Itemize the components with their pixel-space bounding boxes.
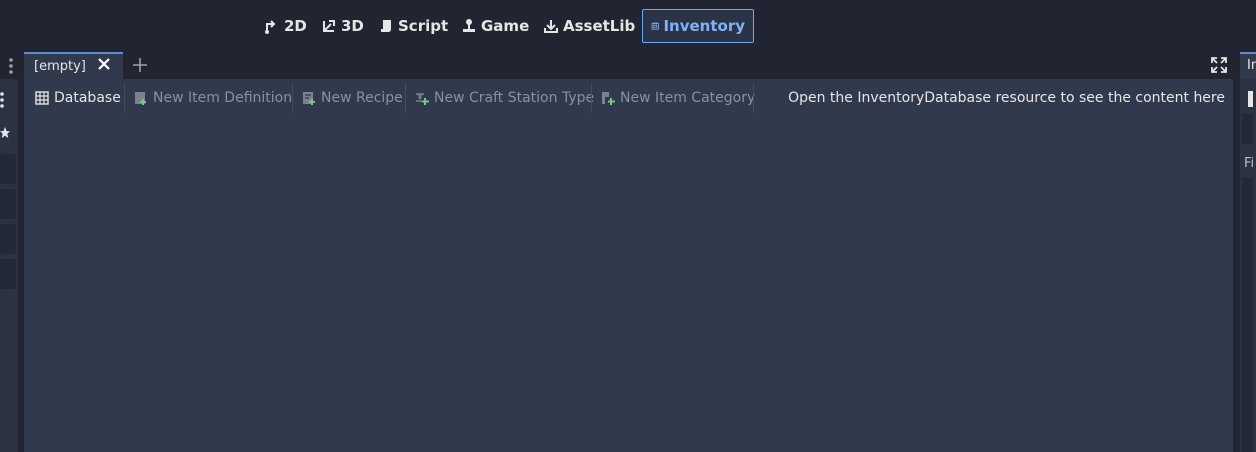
assetlib-icon [544,20,558,33]
new-item-definition-icon [135,92,146,105]
new-recipe-icon [303,92,315,105]
inventory-editor: [empty] Database New Item Definition New… [24,52,1233,452]
fullscreen-icon[interactable] [1211,57,1227,73]
right-dock-filter-label: Fi [1244,156,1253,171]
left-dock-item[interactable] [0,259,16,289]
left-dock [0,52,20,452]
workspace-2d-label: 2D [284,17,307,35]
new-craft-station-type-button[interactable]: New Craft Station Type [415,83,594,113]
new-item-category-icon [602,92,615,105]
new-craft-station-type-icon [416,93,429,105]
right-dock-tab-label: In [1247,58,1256,73]
status-message: Open the InventoryDatabase resource to s… [788,90,1225,106]
editor-tab-bar: [empty] [24,52,1233,79]
right-dock: In Fi [1237,52,1256,452]
workspace-bar: 2D 3D Script Game AssetLib Inventory [0,0,1256,52]
toolbar-separator [292,83,293,113]
right-dock-tab[interactable]: In [1240,52,1256,79]
toolbar-separator [753,83,754,113]
workspace-script-button[interactable]: Script [370,9,456,43]
new-item-definition-button[interactable]: New Item Definition [134,83,292,113]
close-icon[interactable] [96,56,112,72]
database-label: Database [54,90,121,106]
left-dock-item[interactable] [0,154,16,184]
new-item-category-label: New Item Category [620,90,756,106]
script-icon [381,20,391,32]
new-craft-station-type-label: New Craft Station Type [434,90,595,106]
new-item-category-button[interactable]: New Item Category [601,83,755,113]
workspace-script-label: Script [398,17,449,35]
workspace-3d-label: 3D [341,17,364,35]
inventory-icon [651,22,659,30]
editor-toolbar: Database New Item Definition New Recipe … [24,79,1233,117]
tab-label: [empty] [34,59,86,74]
3d-icon [323,20,335,32]
right-dock-content [1242,178,1253,452]
game-icon [463,19,475,32]
workspace-2d-button[interactable]: 2D [256,9,315,43]
database-icon [35,91,49,105]
left-panel-menu-icon[interactable] [0,91,5,109]
workspace-3d-button[interactable]: 3D [313,9,372,43]
toolbar-separator [124,83,125,113]
left-dock-item[interactable] [0,189,16,219]
kebab-menu-icon[interactable] [8,57,14,75]
workspace-game-button[interactable]: Game [453,9,537,43]
add-tab-icon[interactable] [132,57,148,73]
workspace-game-label: Game [481,17,530,35]
workspace-inventory-button[interactable]: Inventory [642,9,754,43]
new-recipe-label: New Recipe [321,90,403,106]
right-dock-field[interactable] [1242,114,1253,144]
workspace-assetlib-button[interactable]: AssetLib [535,9,643,43]
toolbar-separator [405,83,406,113]
new-recipe-button[interactable]: New Recipe [302,83,403,113]
2d-icon [265,20,276,34]
workspace-inventory-label: Inventory [663,17,745,35]
left-dock-panel [0,79,18,452]
new-item-definition-label: New Item Definition [153,90,293,106]
left-dock-item[interactable] [0,224,16,254]
workspace-assetlib-label: AssetLib [563,17,636,35]
favorite-star-icon[interactable] [0,127,10,139]
right-dock-icon[interactable] [1248,91,1253,107]
toolbar-separator [591,83,592,113]
database-button[interactable]: Database [35,83,121,113]
